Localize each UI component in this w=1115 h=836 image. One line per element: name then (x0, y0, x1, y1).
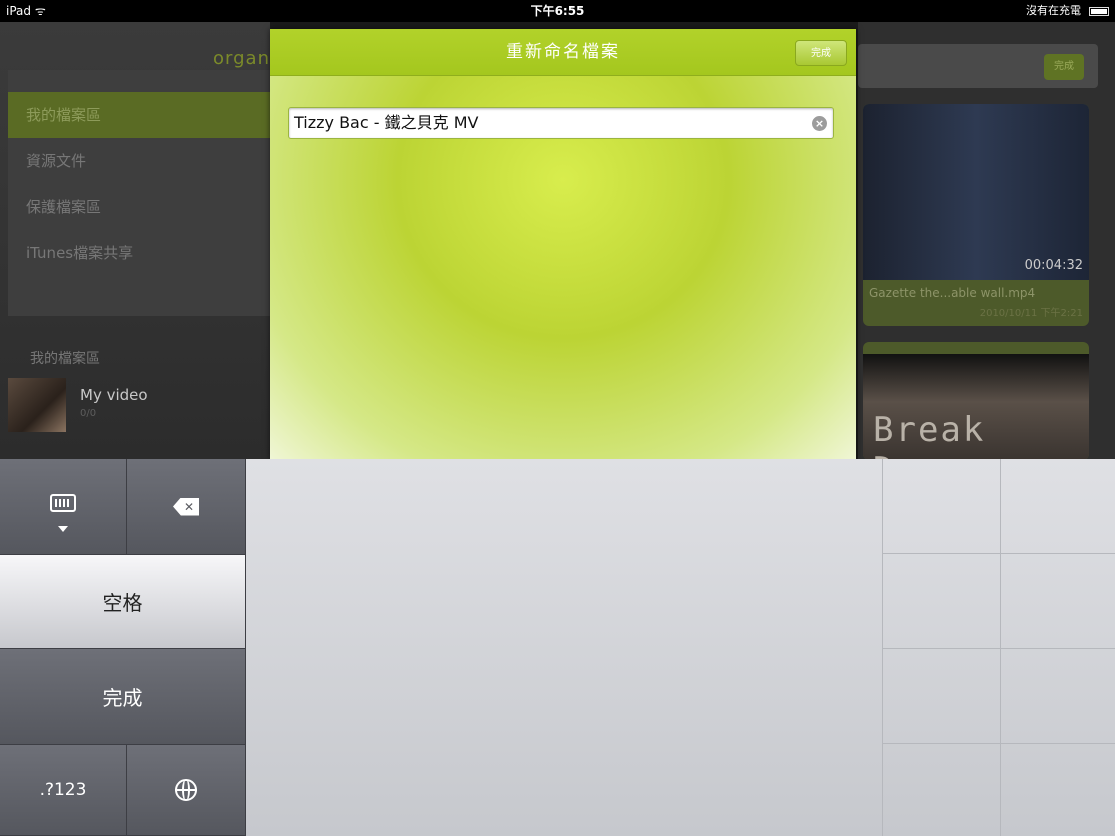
battery-status-text: 沒有在充電 (1026, 4, 1081, 17)
video-card[interactable]: Break Down (863, 342, 1089, 460)
onscreen-keyboard: ✕ 空格 完成 .?123 (0, 459, 1115, 836)
sidebar-item-itunes-sharing[interactable]: iTunes檔案共享 (8, 230, 278, 276)
clock: 下午6:55 (530, 4, 585, 18)
section-label: 我的檔案區 (30, 351, 100, 367)
filename-input[interactable]: Tizzy Bac - 鐵之貝克 MV × (288, 107, 834, 139)
candidate-cell[interactable] (1000, 744, 1115, 836)
app-name: organ (213, 48, 270, 69)
dialog-title: 重新命名檔案 (506, 42, 620, 62)
video-card-date: 2010/10/11 下午2:21 (979, 308, 1083, 319)
video-card-caption: Gazette the...able wall.mp4 (869, 286, 1036, 300)
sidebar: organ 我的檔案區 資源文件 保護檔案區 iTunes檔案共享 我的檔案區 … (0, 22, 278, 460)
video-card-thumbnail (863, 104, 1089, 280)
sidebar-item-resources[interactable]: 資源文件 (8, 138, 278, 184)
clear-circle-icon[interactable]: × (812, 116, 827, 131)
keyboard-left-panel: ✕ 空格 完成 .?123 (0, 459, 246, 836)
handwriting-input-area[interactable] (246, 459, 1115, 836)
candidate-cell[interactable] (882, 744, 1000, 836)
numbers-key[interactable]: .?123 (0, 745, 127, 836)
delete-key-icon: ✕ (173, 497, 199, 516)
delete-button[interactable]: ✕ (127, 459, 246, 555)
globe-icon (175, 779, 197, 801)
video-card[interactable]: 00:04:32 Gazette the...able wall.mp4 201… (863, 104, 1089, 326)
video-title: My video (80, 386, 148, 404)
space-key[interactable]: 空格 (0, 555, 246, 649)
space-key-label: 空格 (102, 591, 143, 615)
list-item[interactable]: My video 0/0 (8, 378, 270, 434)
done-key-label: 完成 (102, 686, 143, 710)
candidate-cell[interactable] (882, 649, 1000, 744)
thumbnail-overlay-text: Break Down (873, 410, 986, 460)
sidebar-item-my-files[interactable]: 我的檔案區 (8, 92, 278, 138)
dialog-header: 重新命名檔案 完成 (270, 29, 856, 76)
file-grid: 完成 00:04:32 Gazette the...able wall.mp4 … (858, 22, 1115, 460)
keyboard-dismiss-button[interactable] (0, 459, 127, 555)
battery-icon (1089, 7, 1109, 16)
candidate-cell[interactable] (1000, 554, 1115, 649)
rename-dialog: 重新命名檔案 完成 Tizzy Bac - 鐵之貝克 MV × (270, 29, 856, 460)
candidate-grid (882, 459, 1115, 836)
video-thumbnail (8, 378, 66, 432)
filename-value: Tizzy Bac - 鐵之貝克 MV (294, 113, 479, 132)
grid-toolbar: 完成 (858, 44, 1098, 88)
candidate-cell[interactable] (1000, 459, 1115, 554)
numbers-key-label: .?123 (39, 780, 87, 800)
grid-done-button[interactable]: 完成 (1044, 54, 1084, 80)
candidate-cell[interactable] (1000, 649, 1115, 744)
candidate-cell[interactable] (882, 554, 1000, 649)
video-subtitle: 0/0 (80, 408, 97, 419)
candidate-cell[interactable] (882, 459, 1000, 554)
keyboard-dismiss-icon (50, 493, 76, 512)
sidebar-item-protected[interactable]: 保護檔案區 (8, 184, 278, 230)
status-bar: iPad ᯤ 下午6:55 沒有在充電 (0, 0, 1115, 22)
video-duration: 00:04:32 (1024, 258, 1083, 273)
chevron-down-icon (58, 526, 68, 532)
dialog-done-button[interactable]: 完成 (795, 40, 847, 66)
sidebar-menu: 我的檔案區 資源文件 保護檔案區 iTunes檔案共享 (8, 70, 278, 316)
done-key[interactable]: 完成 (0, 649, 246, 745)
globe-key[interactable] (127, 745, 246, 836)
